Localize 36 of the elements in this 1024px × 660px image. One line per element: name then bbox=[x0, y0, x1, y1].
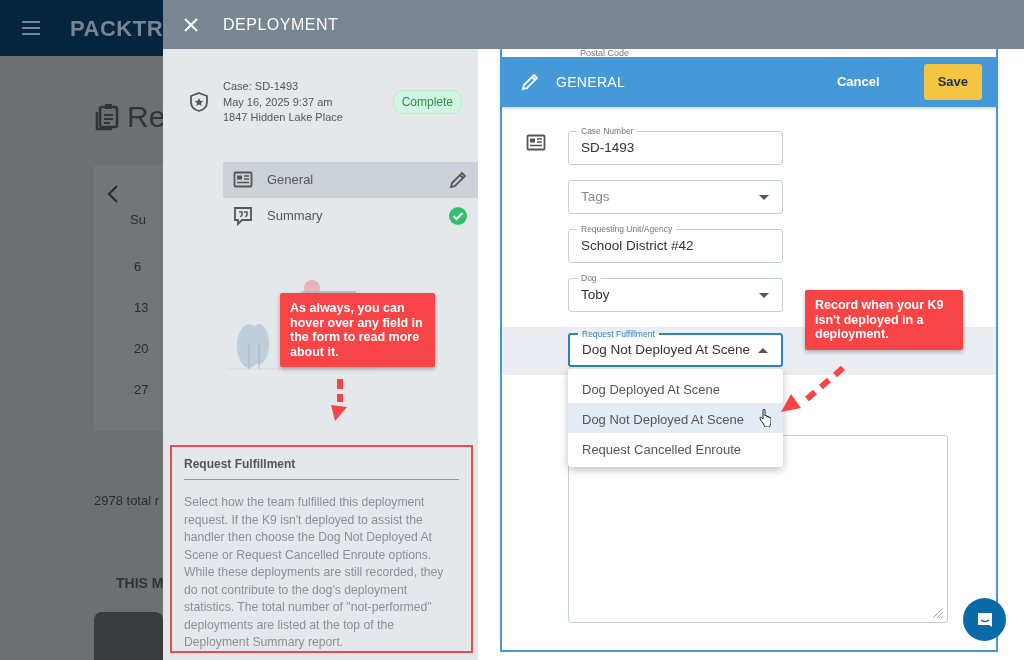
help-text: Select how the team fulfilled this deployment request. If the K9 isn't deployed to assist the handler then choose the Dog Not Deployed At Scene or Request Cancelled Enroute options. While these deployments are still recorded, they do not contribute to the dog's deployment statistics. The total number of "not-performed" deployments are listed at the top of the Deployment Summary report. bbox=[184, 494, 445, 651]
field-label: Postal Code bbox=[580, 48, 630, 58]
form-icon bbox=[233, 169, 253, 190]
drawer-title: DEPLOYMENT bbox=[223, 14, 339, 35]
case-detail: May 16, 2025 9:37 am bbox=[223, 94, 334, 110]
previous-icon[interactable] bbox=[106, 183, 120, 204]
field-label: Request Fulfillment bbox=[578, 329, 659, 339]
clipboard-icon bbox=[95, 102, 119, 131]
total-count: 2978 total r bbox=[94, 492, 161, 511]
case-detail: Case: SD-1493 bbox=[223, 79, 300, 94]
select-field[interactable]: Tags bbox=[568, 180, 783, 214]
callout: As always, you can hover over any field in the form to read more about it. bbox=[280, 293, 435, 367]
case-detail: 1847 Hidden Lake Place bbox=[223, 110, 344, 125]
save-button[interactable]: Save bbox=[923, 64, 982, 100]
section-title: THIS M bbox=[116, 573, 163, 593]
resize-handle-icon[interactable] bbox=[932, 607, 944, 619]
field-label: Requesting Unit/Agency bbox=[577, 224, 677, 234]
section-tab[interactable]: Summary bbox=[223, 197, 478, 234]
quote-bubble-icon bbox=[233, 205, 253, 226]
dropdown-option[interactable]: Dog Deployed At Scene bbox=[568, 373, 783, 403]
dotted-arrow bbox=[779, 366, 845, 414]
form-title: GENERAL bbox=[556, 72, 626, 92]
field-label: Dog bbox=[577, 273, 601, 283]
callout: Record when your K9 isn't deployed in a deployment. bbox=[805, 290, 963, 350]
weekday-label: Su bbox=[130, 211, 146, 227]
status-badge: Complete bbox=[392, 90, 462, 115]
shield-star-icon bbox=[189, 92, 209, 113]
menu-icon[interactable] bbox=[22, 19, 40, 37]
help-title: Request Fulfillment bbox=[184, 455, 459, 480]
field-label: Case Number bbox=[577, 126, 638, 136]
close-icon bbox=[183, 17, 199, 34]
dropdown-option[interactable]: Dog Not Deployed At Scene bbox=[568, 403, 783, 433]
dropdown-option[interactable]: Request Cancelled Enroute bbox=[568, 433, 783, 463]
hand-cursor-icon bbox=[757, 407, 771, 427]
app-logo: PACKTR bbox=[70, 14, 163, 43]
pencil-icon bbox=[520, 72, 540, 92]
